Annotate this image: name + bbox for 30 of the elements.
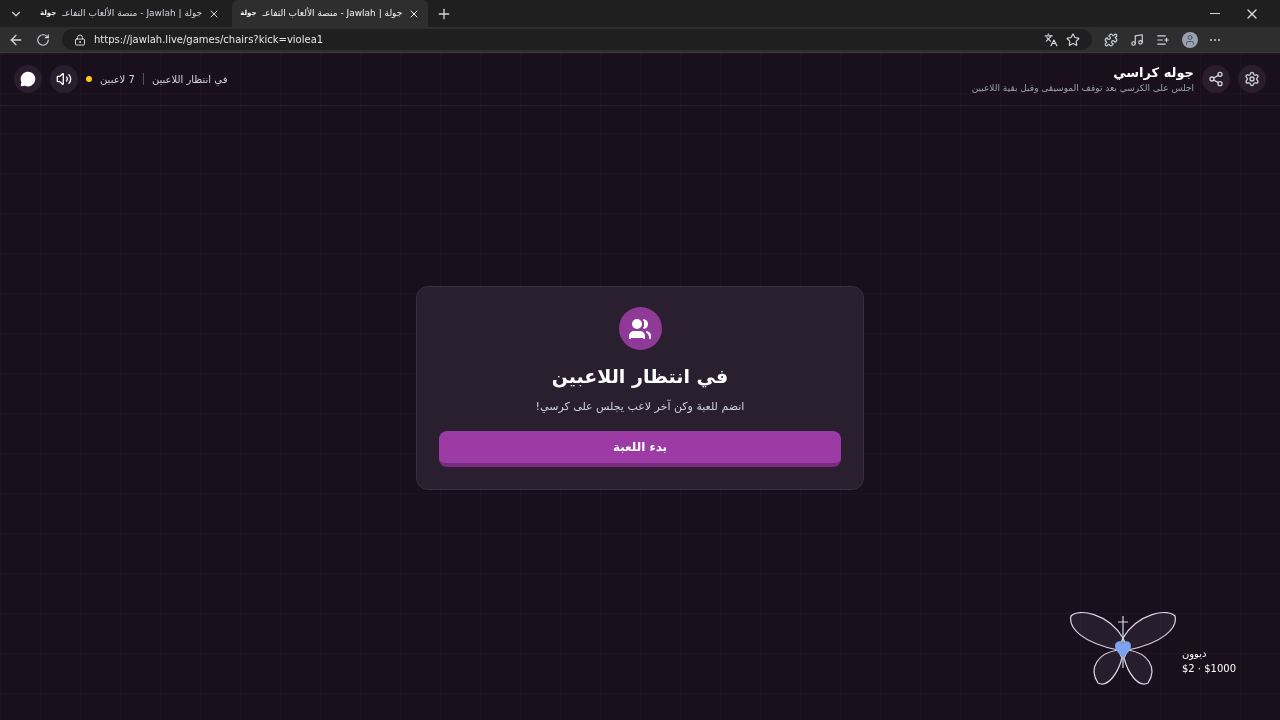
players-icon xyxy=(618,307,662,350)
settings-button[interactable] xyxy=(1238,65,1266,93)
music-icon xyxy=(1130,32,1144,47)
card-title: في انتظار اللاعبين xyxy=(551,364,729,390)
chat-bubble-icon xyxy=(20,71,36,87)
start-game-button[interactable]: بدء اللعبة xyxy=(439,431,841,467)
reload-icon xyxy=(36,32,50,47)
favorite-star-icon xyxy=(1066,32,1080,47)
favorites-icon xyxy=(1156,32,1170,47)
speaker-icon xyxy=(56,71,72,87)
status-text: في انتظار اللاعبين xyxy=(151,72,228,87)
game-title: جوله كراسي xyxy=(1113,63,1194,82)
card-text: انضم للعبة وكن آخر لاعب يجلس على كرسي! xyxy=(535,398,745,415)
donation-amount: $2 · $1000 xyxy=(1181,662,1236,676)
game-subtitle: اجلس على الكرسي بعد توقف الموسيقى وقبل بقية اللاعبين xyxy=(971,82,1194,95)
chat-button[interactable] xyxy=(14,65,42,93)
tab-title: جولة | Jawlah - منصة الألعاب التفاعـ xyxy=(262,6,403,20)
share-icon xyxy=(1208,71,1224,87)
sound-button[interactable] xyxy=(50,65,78,93)
extensions-icon xyxy=(1104,32,1118,47)
translate-icon xyxy=(1044,32,1058,47)
url-text: https://jawlah.live/games/chairs?kick=violea1 xyxy=(94,33,324,47)
address-bar[interactable]: https://jawlah.live/games/chairs?kick=violea1 xyxy=(62,29,1092,50)
donor-name: ديوون xyxy=(1181,647,1207,661)
lock-icon xyxy=(74,33,86,46)
settings-icon xyxy=(1244,71,1260,87)
share-button[interactable] xyxy=(1202,65,1230,93)
tab-title: جولة | Jawlah - منصة الألعاب التفاعـ xyxy=(62,6,203,20)
players-count: 7 لاعبين xyxy=(100,72,135,87)
profile-avatar[interactable] xyxy=(1182,31,1198,48)
